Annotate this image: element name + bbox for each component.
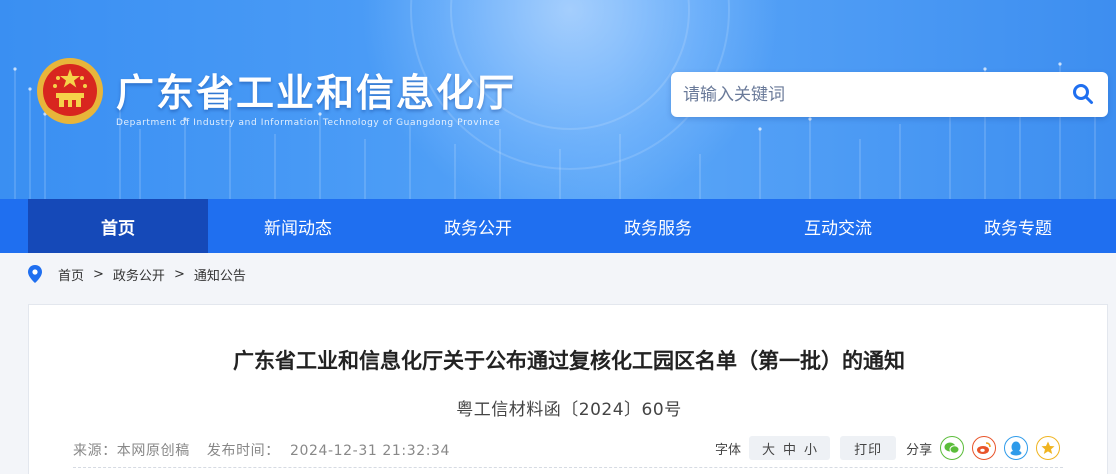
font-size-label: 字体	[715, 442, 742, 458]
breadcrumb-gov-affairs-open[interactable]: 政务公开	[113, 265, 165, 284]
article-card: 广东省工业和信息化厅关于公布通过复核化工园区名单（第一批）的通知 粤工信材料函〔…	[28, 304, 1108, 474]
search-box	[671, 72, 1108, 117]
breadcrumb-separator: >	[173, 266, 185, 282]
nav-item-home[interactable]: 首页	[28, 199, 208, 253]
share-label: 分享	[906, 442, 933, 458]
font-size-large[interactable]: 大	[762, 439, 775, 458]
document-number: 粤工信材料函〔2024〕60号	[456, 400, 682, 420]
breadcrumb-separator: >	[93, 266, 104, 282]
breadcrumb-home[interactable]: 首页	[58, 265, 84, 284]
wechat-icon[interactable]	[940, 436, 965, 460]
article-meta: 来源：本网原创稿 发布时间： 2024-12-31 21:32:34	[73, 440, 462, 460]
font-size-small[interactable]: 小	[804, 439, 817, 458]
weibo-icon[interactable]	[972, 436, 997, 460]
qq-icon[interactable]	[1004, 436, 1029, 460]
meta-divider	[73, 467, 1063, 468]
breadcrumb-notices[interactable]: 通知公告	[194, 265, 246, 284]
article-source: 来源：本网原创稿	[73, 443, 190, 459]
header-banner: 广东省工业和信息化厅 Department of Industry and In…	[0, 0, 1116, 199]
nav-item-special-topics[interactable]: 政务专题	[928, 199, 1108, 253]
search-icon[interactable]	[1072, 83, 1094, 105]
nav-item-interaction[interactable]: 互动交流	[748, 199, 928, 253]
search-input[interactable]	[671, 72, 1061, 117]
site-subtitle: Department of Industry and Information T…	[116, 118, 501, 128]
font-size-medium[interactable]: 中	[783, 439, 796, 458]
site-title: 广东省工业和信息化厅	[116, 71, 517, 115]
article-publish-time: 发布时间： 2024-12-31 21:32:34	[206, 443, 451, 459]
nav-item-news[interactable]: 新闻动态	[208, 199, 388, 253]
article-title: 广东省工业和信息化厅关于公布通过复核化工园区名单（第一批）的通知	[233, 349, 905, 373]
national-emblem-icon	[37, 58, 103, 124]
font-size-group: 大 中 小	[749, 436, 831, 460]
nav-item-gov-services[interactable]: 政务服务	[568, 199, 748, 253]
article-tools: 字体 大 中 小 打印 分享	[715, 435, 1068, 461]
location-pin-icon	[28, 265, 42, 283]
main-nav: 首页 新闻动态 政务公开 政务服务 互动交流 政务专题	[0, 199, 1116, 253]
qzone-star-icon[interactable]	[1036, 436, 1061, 460]
print-button[interactable]: 打印	[840, 436, 897, 460]
breadcrumb: 首页 > 政务公开 > 通知公告	[28, 262, 246, 286]
nav-item-gov-affairs-open[interactable]: 政务公开	[388, 199, 568, 253]
